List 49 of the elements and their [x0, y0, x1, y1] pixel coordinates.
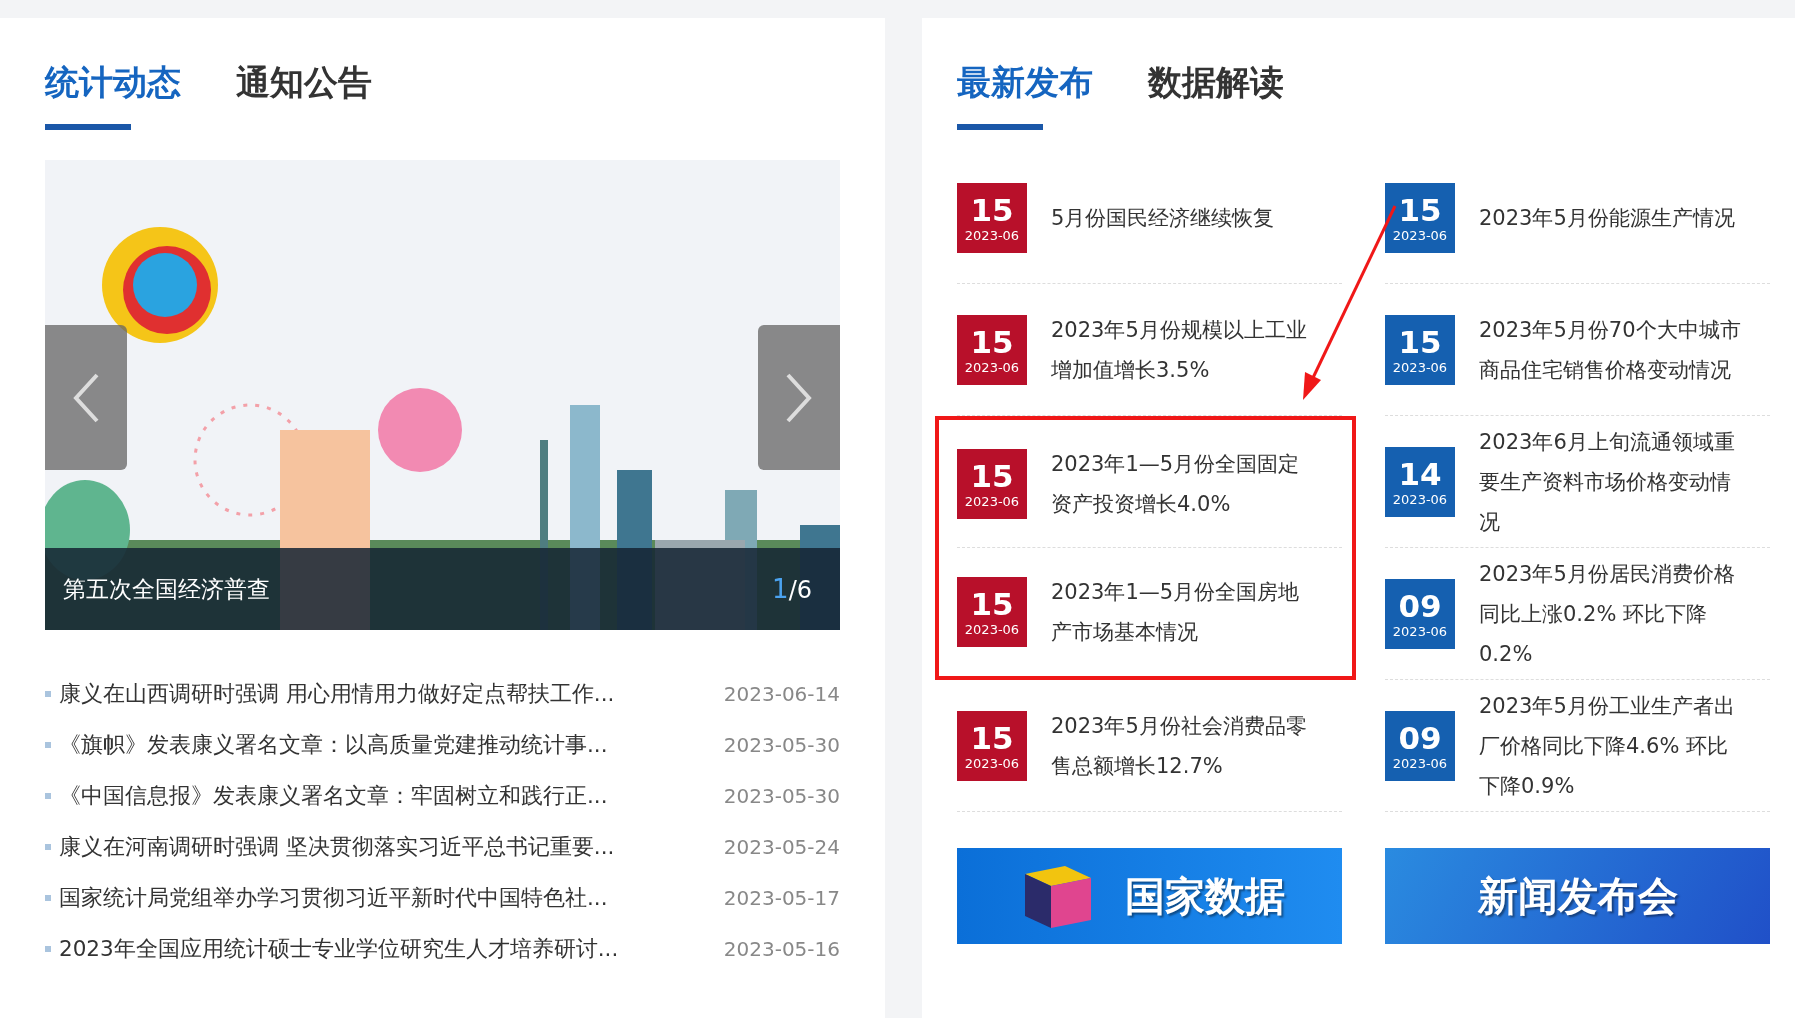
bullet-icon [45, 741, 51, 748]
release-link[interactable]: 5月份国民经济继续恢复 [1051, 198, 1319, 238]
news-date: 2023-05-30 [723, 732, 840, 757]
release-link[interactable]: 2023年1—5月份全国房地产市场基本情况 [1051, 572, 1319, 652]
tab[interactable]: 数据解读 [1148, 60, 1284, 130]
news-link[interactable]: 《中国信息报》发表康义署名文章：牢固树立和践行正... [59, 781, 724, 810]
release-link[interactable]: 2023年5月份70个大中城市商品住宅销售价格变动情况 [1479, 310, 1747, 390]
banner-link[interactable]: 新闻发布会 [1385, 848, 1770, 944]
news-link[interactable]: 国家统计局党组举办学习贯彻习近平新时代中国特色社... [59, 883, 724, 912]
release-link[interactable]: 2023年1—5月份全国固定资产投资增长4.0% [1051, 444, 1319, 524]
release-link[interactable]: 2023年5月份居民消费价格同比上涨0.2% 环比下降0.2% [1479, 554, 1747, 674]
bullet-icon [45, 690, 51, 697]
bullet-icon [45, 792, 51, 799]
news-date: 2023-05-17 [723, 885, 840, 910]
slide-caption: 第五次全国经济普查 [63, 574, 270, 604]
slide-current: 1 [772, 574, 789, 604]
date-badge: 15 2023-06 [1385, 315, 1455, 385]
bullet-icon [45, 894, 51, 901]
date-badge: 09 2023-06 [1385, 711, 1455, 781]
news-link[interactable]: 康义在山西调研时强调 用心用情用力做好定点帮扶工作... [59, 679, 724, 708]
date-badge: 14 2023-06 [1385, 447, 1455, 517]
bullet-icon [45, 945, 51, 952]
previous-button[interactable] [45, 325, 127, 470]
release-link[interactable]: 2023年6月上旬流通领域重要生产资料市场价格变动情况 [1479, 422, 1747, 542]
date-badge: 15 2023-06 [957, 711, 1027, 781]
date-badge: 15 2023-06 [957, 183, 1027, 253]
tab[interactable]: 通知公告 [236, 60, 372, 130]
release-link[interactable]: 2023年5月份工业生产者出厂价格同比下降4.6% 环比下降0.9% [1479, 686, 1747, 806]
release-link[interactable]: 2023年5月份社会消费品零售总额增长12.7% [1051, 706, 1319, 786]
bullet-icon [45, 843, 51, 850]
news-date: 2023-05-30 [723, 783, 840, 808]
date-badge: 15 2023-06 [957, 315, 1027, 385]
news-date: 2023-06-14 [723, 681, 840, 706]
news-link[interactable]: 康义在河南调研时强调 坚决贯彻落实习近平总书记重要... [59, 832, 724, 861]
tab[interactable]: 最新发布 [957, 60, 1093, 130]
banner-link[interactable]: 国家数据 [957, 848, 1342, 944]
news-link[interactable]: 《旗帜》发表康义署名文章：以高质量党建推动统计事... [59, 730, 724, 759]
news-date: 2023-05-16 [723, 936, 840, 961]
news-date: 2023-05-24 [723, 834, 840, 859]
date-badge: 15 2023-06 [957, 577, 1027, 647]
date-badge: 09 2023-06 [1385, 579, 1455, 649]
next-button[interactable] [758, 325, 840, 470]
slide-total: /6 [788, 576, 812, 604]
news-link[interactable]: 2023年全国应用统计硕士专业学位研究生人才培养研讨... [59, 934, 724, 963]
date-badge: 15 2023-06 [957, 449, 1027, 519]
release-link[interactable]: 2023年5月份能源生产情况 [1479, 198, 1747, 238]
date-badge: 15 2023-06 [1385, 183, 1455, 253]
tab[interactable]: 统计动态 [45, 60, 181, 130]
release-link[interactable]: 2023年5月份规模以上工业增加值增长3.5% [1051, 310, 1319, 390]
